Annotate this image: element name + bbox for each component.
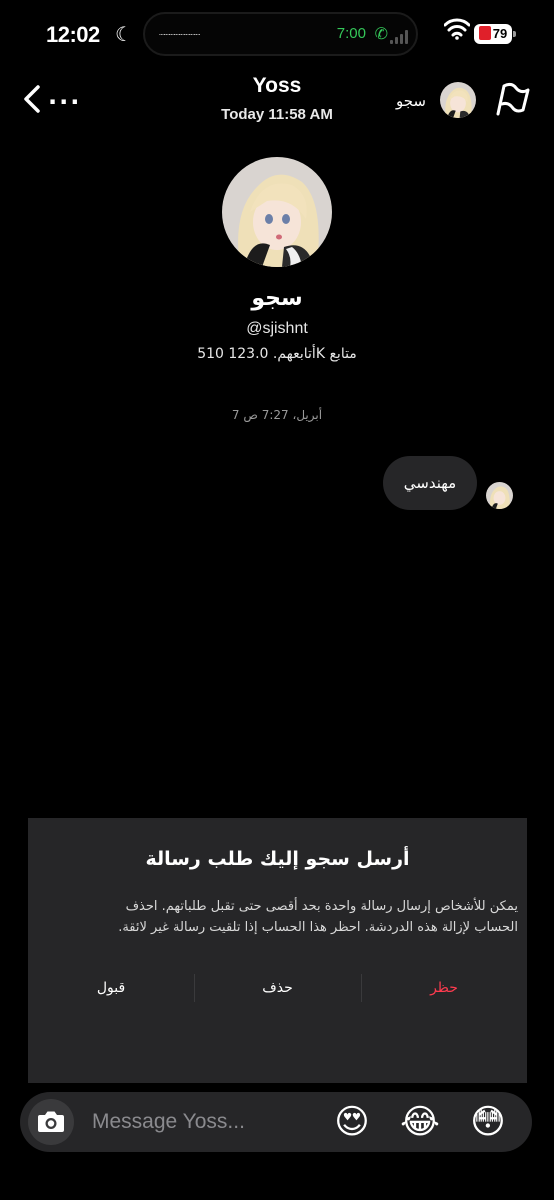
status-bar: 12:02 ☾ ┈┈┈┈┈┈┈┈ 7:00 ✆ 79 (0, 0, 554, 70)
sender-avatar (486, 482, 513, 509)
message-input[interactable] (92, 1106, 312, 1138)
contact-name[interactable]: سجو (396, 92, 426, 110)
request-title: أرسل سجو إليك طلب رسالة (145, 848, 410, 870)
profile-handle: @sjishnt (246, 320, 308, 337)
request-description: يمكن للأشخاص إرسال رسالة واحدة بحد أقصى … (118, 899, 518, 935)
tears-of-joy-emoji-button[interactable]: 😂 (400, 1102, 440, 1142)
report-flag-icon[interactable] (494, 80, 532, 118)
phone-icon: ✆ (374, 24, 388, 43)
signal-bars-icon (390, 30, 410, 44)
profile-avatar[interactable] (222, 157, 332, 267)
accept-button[interactable]: قبول (28, 968, 194, 1008)
camera-icon (38, 1111, 64, 1132)
message-request-panel: أرسل سجو إليك طلب رسالة يمكن للأشخاص إرس… (28, 818, 527, 1083)
camera-button[interactable] (28, 1099, 74, 1145)
request-actions: قبول حذف حظر (28, 968, 527, 1008)
moon-icon: ☾ (115, 22, 133, 46)
message-date-stamp: 7 أبريل، 7:27 ص (231, 408, 323, 422)
dynamic-island[interactable]: ┈┈┈┈┈┈┈┈ 7:00 ✆ (143, 12, 418, 56)
status-time: 12:02 (46, 22, 100, 47)
message-bubble[interactable]: مهندسي (383, 456, 477, 510)
flushed-emoji-button[interactable]: 😳 (468, 1102, 508, 1142)
profile-name: سجو (251, 286, 303, 311)
battery-level: 79 (492, 26, 508, 41)
message-composer: 😍 😂 😳 (20, 1092, 532, 1152)
profile-stats: 510 أتابعهم. 123.0K متابع (197, 346, 357, 362)
delete-button[interactable]: حذف (194, 968, 361, 1008)
battery-icon: 79 (474, 24, 516, 44)
block-button[interactable]: حظر (361, 968, 527, 1008)
island-call-time: 7:00 (336, 25, 366, 42)
wifi-icon (444, 18, 470, 40)
waveform-icon: ┈┈┈┈┈┈┈┈ (159, 30, 200, 41)
contact-avatar[interactable] (440, 82, 476, 118)
heart-eyes-emoji-button[interactable]: 😍 (332, 1102, 372, 1142)
